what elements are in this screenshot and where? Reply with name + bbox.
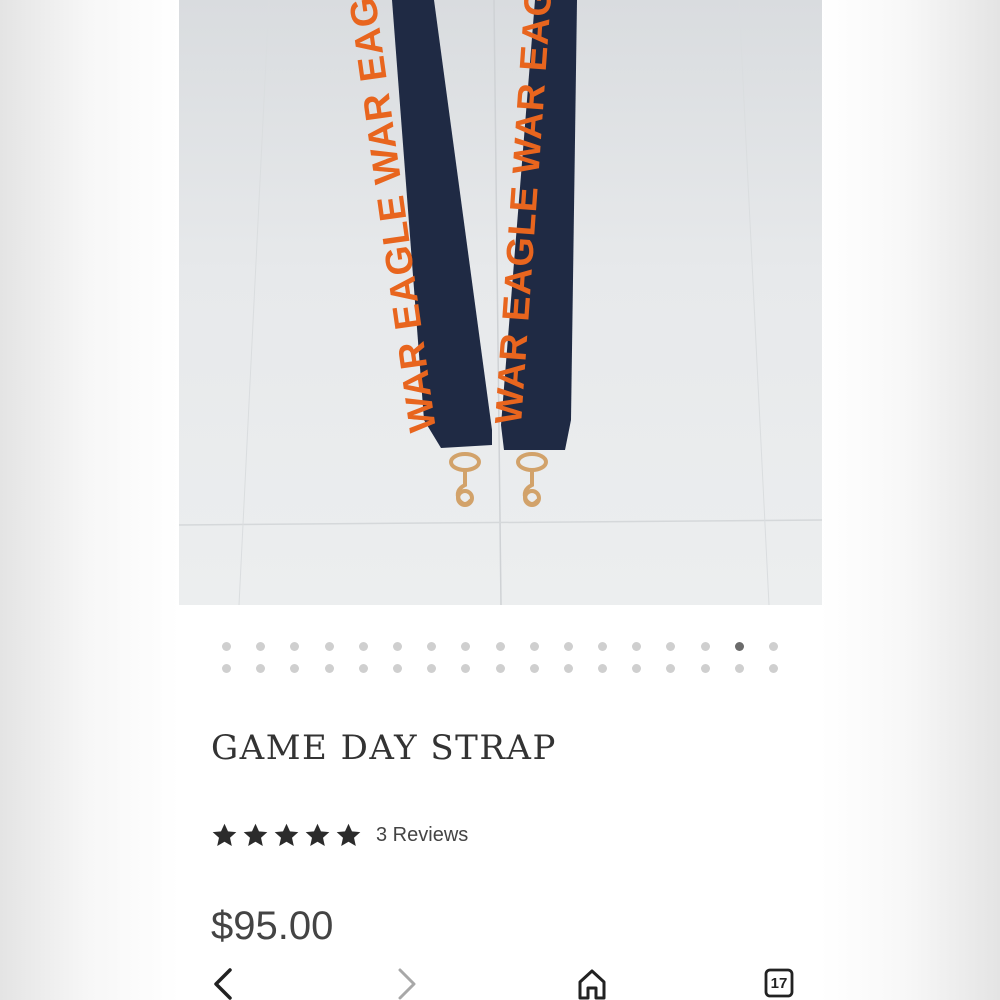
home-button[interactable] — [576, 968, 608, 1000]
carousel-dot[interactable] — [461, 642, 471, 651]
carousel-dot[interactable] — [427, 642, 437, 651]
carousel-dot[interactable] — [529, 664, 539, 673]
carousel-dot[interactable] — [563, 642, 573, 651]
product-page: WAR EAGLE WAR EAGLE WAR EAGLE WAR EAGLE — [179, 0, 822, 1000]
carousel-dot[interactable] — [769, 664, 778, 673]
carousel-dot[interactable] — [598, 642, 608, 651]
product-image[interactable]: WAR EAGLE WAR EAGLE WAR EAGLE WAR EAGLE — [179, 0, 822, 605]
carousel-dot[interactable] — [734, 664, 744, 673]
carousel-dot[interactable] — [666, 642, 676, 651]
carousel-dot[interactable] — [427, 664, 437, 673]
carousel-dot[interactable] — [324, 642, 334, 651]
browser-toolbar: 17 — [179, 962, 822, 1000]
chevron-left-icon — [214, 968, 232, 1000]
star-icon — [212, 823, 237, 846]
carousel-dot[interactable] — [358, 642, 368, 651]
carousel-dot[interactable] — [632, 664, 642, 673]
carousel-dot[interactable] — [700, 664, 710, 673]
carousel-dot[interactable] — [290, 664, 300, 673]
star-icon — [336, 823, 361, 846]
carousel-dot[interactable] — [529, 642, 539, 651]
carousel-dot-row — [222, 642, 803, 651]
carousel-dot[interactable] — [632, 642, 642, 651]
carousel-dot[interactable] — [700, 642, 710, 651]
carousel-dot[interactable] — [392, 642, 402, 651]
carousel-dot[interactable] — [256, 664, 266, 673]
carousel-dot[interactable] — [495, 642, 505, 651]
tabs-button[interactable]: 17 — [763, 968, 795, 1000]
carousel-dot[interactable] — [461, 664, 471, 673]
left-strap: WAR EAGLE WAR EAGLE — [335, 0, 492, 448]
reviews-link[interactable]: 3 Reviews — [376, 824, 468, 847]
right-strap: WAR EAGLE WAR EAGLE — [488, 0, 577, 450]
home-icon — [578, 969, 606, 1000]
carousel-dot-row — [222, 664, 803, 673]
left-clasp — [449, 452, 481, 507]
carousel-dot[interactable] — [358, 664, 368, 673]
carousel-dot[interactable] — [324, 664, 334, 673]
product-price: $95.00 — [211, 904, 334, 948]
carousel-dot[interactable] — [392, 664, 402, 673]
carousel-dot[interactable] — [734, 642, 744, 651]
product-rating[interactable]: 3 Reviews — [211, 822, 468, 849]
star-icon — [243, 823, 268, 846]
carousel-dot[interactable] — [222, 642, 231, 651]
carousel-dot[interactable] — [666, 664, 676, 673]
carousel-dot[interactable] — [598, 664, 608, 673]
rating-stars — [211, 822, 362, 849]
carousel-dot[interactable] — [563, 664, 573, 673]
forward-button[interactable] — [391, 968, 423, 1000]
strap-photo-svg: WAR EAGLE WAR EAGLE WAR EAGLE WAR EAGLE — [179, 0, 822, 605]
carousel-dot[interactable] — [222, 664, 231, 673]
carousel-dot[interactable] — [769, 642, 778, 651]
back-button[interactable] — [207, 968, 239, 1000]
tabs-count: 17 — [770, 974, 788, 992]
carousel-dot[interactable] — [256, 642, 266, 651]
carousel-dot[interactable] — [495, 664, 505, 673]
product-title: GAME DAY STRAP — [211, 728, 557, 768]
right-clasp — [516, 452, 548, 507]
chevron-right-icon — [398, 968, 416, 1000]
star-icon — [305, 823, 330, 846]
star-icon — [274, 823, 299, 846]
carousel-dot[interactable] — [290, 642, 300, 651]
